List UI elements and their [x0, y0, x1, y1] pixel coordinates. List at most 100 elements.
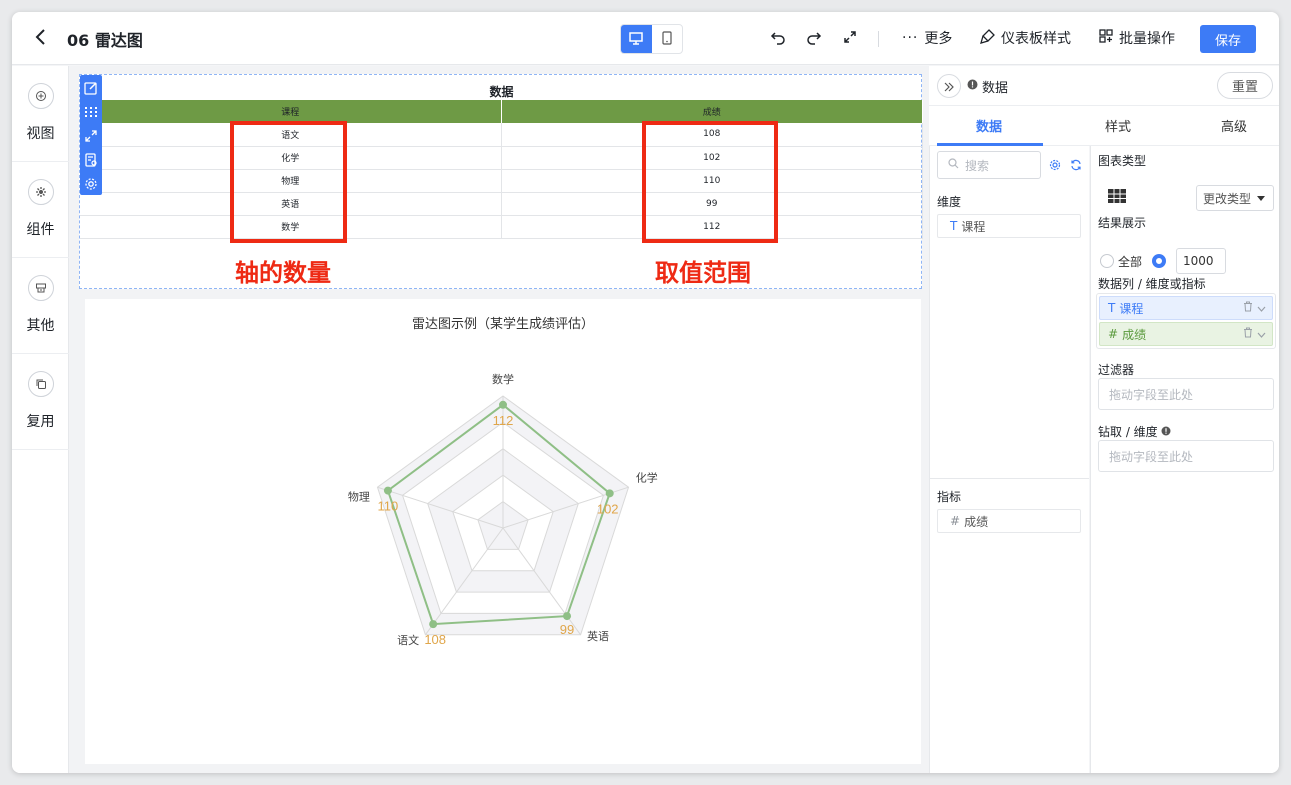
dashboard-canvas: 数据 课程 成绩 语文 108 化学 102 物理 110 英语 99 数学 112: [69, 66, 929, 773]
filter-dropzone[interactable]: 拖动字段至此处: [1098, 378, 1274, 410]
tab-style[interactable]: 样式: [1105, 116, 1131, 135]
redo-icon[interactable]: [804, 27, 824, 47]
sidebar-item-reuse[interactable]: 复用: [12, 354, 69, 450]
app-window: 06 雷达图 ··· 更多 仪表板样式 批量操作 保存 视图 组件 其他 复用 …: [12, 12, 1279, 773]
trash-icon[interactable]: [1243, 327, 1253, 341]
result-display-label: 结果展示: [1098, 216, 1147, 230]
table-row: 语文 108: [80, 123, 923, 147]
text-type-icon: T: [1108, 301, 1116, 315]
panel-header: 数据 重置: [929, 66, 1279, 106]
metric-field-score[interactable]: # 成绩: [937, 509, 1081, 533]
info-icon: [967, 79, 978, 94]
reset-button[interactable]: 重置: [1217, 72, 1273, 99]
panel-split-handle[interactable]: [929, 478, 1089, 484]
dimension-label: 维度: [937, 195, 962, 209]
number-type-icon: #: [950, 514, 961, 528]
column-header-score[interactable]: 成绩: [501, 100, 923, 123]
desktop-view-button[interactable]: [621, 25, 652, 53]
column-chip-course[interactable]: T 课程: [1099, 296, 1273, 320]
collapse-panel-button[interactable]: [937, 74, 961, 98]
tab-data[interactable]: 数据: [976, 116, 1002, 135]
radio-limit[interactable]: [1152, 254, 1167, 268]
drill-dropzone[interactable]: 拖动字段至此处: [1098, 440, 1274, 472]
sidebar-item-component[interactable]: 组件: [12, 162, 69, 258]
radar-axis-label: 数学: [492, 372, 514, 386]
plus-circle-icon: [28, 83, 54, 109]
chevron-down-icon[interactable]: [1257, 301, 1266, 315]
annotation-axis-count: 轴的数量: [235, 259, 331, 287]
widget-toolbar: [80, 75, 102, 195]
table-widget[interactable]: 数据 课程 成绩 语文 108 化学 102 物理 110 英语 99 数学 112: [79, 74, 923, 289]
radio-all[interactable]: [1100, 254, 1114, 268]
dashboard-style-label: 仪表板样式: [1001, 31, 1071, 47]
column-name: 课程: [1119, 301, 1144, 316]
ellipsis-icon: ···: [902, 30, 919, 46]
annotation-box-value-range: [642, 121, 778, 243]
table-row: 物理 110: [80, 169, 923, 193]
filter-doc-icon[interactable]: [81, 149, 101, 171]
drill-label-row: 钻取 / 维度: [1098, 423, 1171, 440]
double-chevron-right-icon: [943, 77, 955, 96]
data-table: 课程 成绩 语文 108 化学 102 物理 110 英语 99 数学 112: [80, 100, 923, 239]
fullscreen-icon[interactable]: [840, 27, 860, 47]
sidebar-item-label: 组件: [26, 222, 55, 238]
box-icon: [28, 275, 54, 301]
radar-point: [563, 612, 572, 621]
radar-chart-widget[interactable]: 雷达图示例（某学生成绩评估） 数学 112 化学 102 英语 99 语文 108 物理 110: [85, 299, 921, 764]
annotation-box-axis-count: [230, 121, 347, 243]
radar-point: [605, 489, 614, 498]
chart-type-label: 图表类型: [1098, 154, 1147, 168]
expand-icon[interactable]: [81, 125, 101, 147]
radar-axis-label: 语文: [397, 633, 419, 647]
trash-icon[interactable]: [1243, 301, 1253, 315]
radio-all-label: 全部: [1118, 254, 1143, 269]
limit-input[interactable]: 1000: [1176, 248, 1227, 274]
mobile-view-button[interactable]: [652, 25, 683, 53]
column-name: 成绩: [1122, 327, 1147, 342]
radar-axis-label: 物理: [348, 490, 370, 504]
more-button[interactable]: ··· 更多: [902, 27, 952, 49]
drag-handle-icon[interactable]: [81, 101, 101, 123]
sidebar-item-label: 复用: [26, 414, 55, 430]
radar-point: [499, 400, 507, 409]
sidebar-item-label: 视图: [26, 126, 55, 142]
save-button[interactable]: 保存: [1200, 25, 1256, 53]
back-arrow-icon[interactable]: [30, 25, 52, 49]
refresh-icon[interactable]: [1069, 158, 1083, 172]
radar-value-label: 112: [493, 413, 514, 428]
top-toolbar: 06 雷达图 ··· 更多 仪表板样式 批量操作 保存: [12, 12, 1279, 65]
property-panel: [1090, 66, 1279, 773]
tab-advanced[interactable]: 高级: [1221, 116, 1247, 135]
undo-icon[interactable]: [768, 27, 788, 47]
dashboard-style-button[interactable]: 仪表板样式: [980, 27, 1071, 49]
field-search-input[interactable]: 搜索: [937, 151, 1041, 179]
radar-value-label: 110: [378, 499, 399, 514]
page-title: 06 雷达图: [67, 31, 143, 50]
change-type-label: 更改类型: [1203, 191, 1252, 206]
panel-name: 数据: [967, 77, 1008, 96]
settings-icon[interactable]: [81, 173, 101, 195]
panel-name-label: 数据: [982, 81, 1009, 96]
dimension-field-course[interactable]: T 课程: [937, 214, 1081, 238]
edit-icon[interactable]: [81, 77, 101, 99]
text-type-icon: T: [950, 219, 958, 233]
brush-icon: [980, 28, 995, 48]
table-title: 数据: [489, 85, 514, 99]
chevron-down-icon[interactable]: [1257, 327, 1266, 341]
gear-icon: [28, 179, 54, 205]
column-header-course[interactable]: 课程: [80, 100, 502, 123]
left-sidebar: 视图 组件 其他 复用: [12, 66, 69, 773]
column-chip-score[interactable]: # 成绩: [1099, 322, 1273, 346]
search-icon: [948, 158, 959, 172]
radar-point: [429, 620, 438, 629]
table-row: 化学 102: [80, 146, 923, 170]
radar-axis-label: 英语: [587, 629, 609, 643]
sidebar-item-view[interactable]: 视图: [12, 66, 69, 162]
sidebar-item-other[interactable]: 其他: [12, 258, 69, 354]
batch-operation-button[interactable]: 批量操作: [1099, 27, 1175, 49]
info-icon: [1161, 425, 1171, 439]
field-settings-icon[interactable]: [1048, 158, 1062, 172]
drill-label: 钻取 / 维度: [1098, 425, 1158, 439]
change-type-select[interactable]: 更改类型: [1196, 185, 1274, 211]
table-chart-icon: [1108, 188, 1126, 203]
